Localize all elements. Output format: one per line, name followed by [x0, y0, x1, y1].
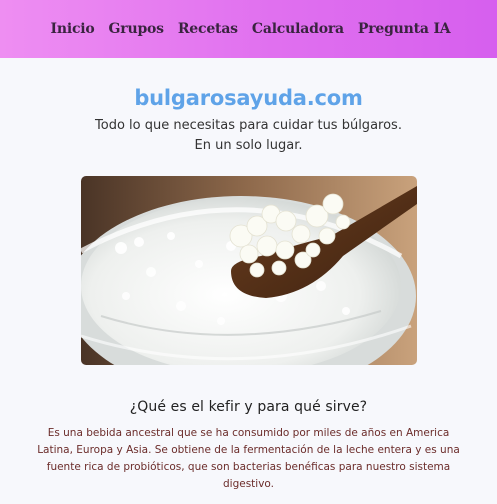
nav-menu: Inicio Grupos Recetas Calculadora Pregun…	[40, 21, 458, 37]
navbar: Inicio Grupos Recetas Calculadora Pregun…	[0, 0, 497, 58]
tagline-line-1: Todo lo que necesitas para cuidar tus bú…	[95, 118, 402, 133]
nav-link-grupos[interactable]: Grupos	[102, 21, 171, 37]
tagline: Todo lo que necesitas para cuidar tus bú…	[0, 116, 497, 156]
nav-link-calculadora[interactable]: Calculadora	[245, 21, 351, 37]
kefir-hero-image	[80, 176, 417, 365]
hero-section: bulgarosayuda.com Todo lo que necesitas …	[0, 85, 497, 365]
section-body: Es una bebida ancestral que se ha consum…	[37, 427, 460, 490]
main-content: bulgarosayuda.com Todo lo que necesitas …	[0, 85, 497, 493]
nav-link-inicio[interactable]: Inicio	[44, 21, 102, 37]
tagline-line-2: En un solo lugar.	[194, 138, 303, 153]
nav-link-pregunta-ia[interactable]: Pregunta IA	[351, 21, 458, 37]
nav-link-recetas[interactable]: Recetas	[171, 21, 245, 37]
site-title: bulgarosayuda.com	[134, 86, 363, 110]
section-title: ¿Qué es el kefir y para qué sirve?	[129, 399, 368, 415]
kefir-info-section: ¿Qué es el kefir y para qué sirve? Es un…	[0, 399, 497, 493]
